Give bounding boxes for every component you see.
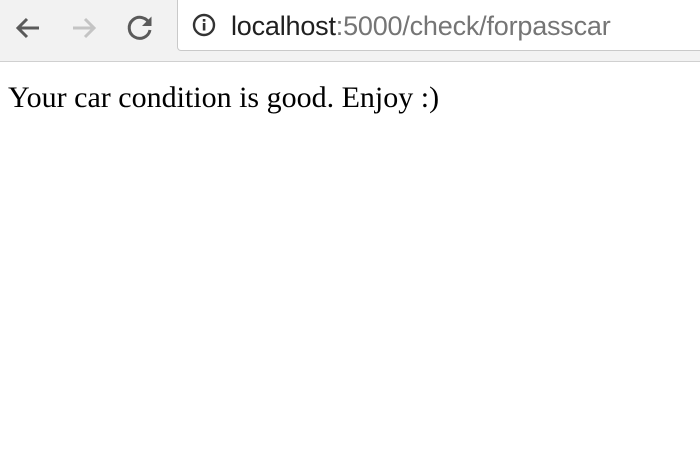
arrow-right-icon: [73, 17, 97, 39]
url-path: :5000/check/forpasscar: [335, 11, 611, 41]
address-bar[interactable]: localhost:5000/check/forpasscar: [177, 0, 700, 51]
forward-button[interactable]: [64, 8, 104, 48]
arrow-left-icon: [15, 17, 39, 39]
info-circle-icon[interactable]: [192, 13, 216, 37]
url-text[interactable]: localhost:5000/check/forpasscar: [231, 10, 611, 42]
reload-icon: [127, 15, 152, 40]
reload-button[interactable]: [120, 8, 160, 48]
page-message: Your car condition is good. Enjoy :): [8, 81, 440, 114]
browser-toolbar: localhost:5000/check/forpasscar: [0, 0, 700, 62]
url-host: localhost: [231, 11, 336, 41]
back-button[interactable]: [8, 8, 48, 48]
